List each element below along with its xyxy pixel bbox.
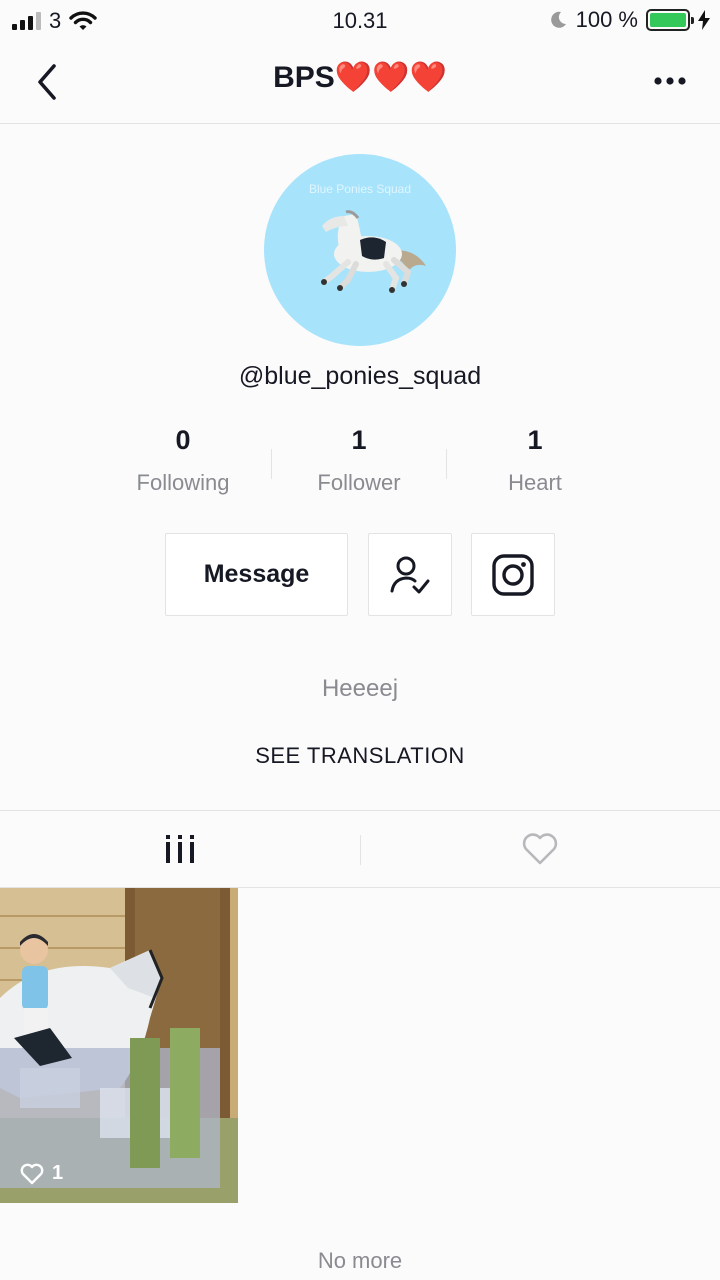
- avatar[interactable]: Blue Ponies Squad: [264, 154, 456, 346]
- instagram-button[interactable]: [471, 533, 555, 616]
- video-likes: 1: [20, 1162, 63, 1185]
- battery-percent: 100 %: [575, 7, 638, 32]
- stat-label: Follower: [317, 470, 401, 495]
- battery-fill: [650, 13, 686, 27]
- video-thumbnail-image: [0, 888, 238, 1203]
- moon-icon: [550, 11, 566, 28]
- stat-value: 1: [351, 425, 367, 455]
- heart-outline-icon: [522, 833, 558, 865]
- profile-stats: 0 Following 1 Follower 1 Heart: [95, 425, 625, 505]
- message-button[interactable]: Message: [165, 533, 348, 616]
- battery-icon: [646, 9, 694, 31]
- stat-value: 1: [527, 425, 543, 455]
- stat-following[interactable]: 0 Following: [95, 425, 271, 505]
- stat-divider: [271, 449, 272, 479]
- grid-icon: [166, 835, 194, 863]
- page-title: BPS❤️❤️❤️: [273, 61, 447, 94]
- nav-bar: BPS❤️❤️❤️: [0, 40, 720, 124]
- stat-value: 0: [175, 425, 191, 455]
- following-button[interactable]: [368, 533, 452, 616]
- username: @blue_ponies_squad: [238, 362, 482, 390]
- no-more-label: No more: [317, 1248, 403, 1273]
- heart-outline-icon: [20, 1163, 44, 1184]
- bio-text: Heeeej: [321, 675, 399, 702]
- video-like-count: 1: [52, 1162, 64, 1184]
- status-bar: 3 10.31 100 %: [0, 0, 720, 40]
- more-button[interactable]: [650, 66, 690, 96]
- tab-videos[interactable]: [0, 811, 360, 887]
- status-right: 100 %: [548, 7, 710, 33]
- stat-follower[interactable]: 1 Follower: [271, 425, 447, 505]
- video-thumbnail[interactable]: 1: [0, 888, 238, 1203]
- content-tabs: [0, 810, 720, 888]
- see-translation-link[interactable]: SEE TRANSLATION: [0, 743, 720, 769]
- tab-liked[interactable]: [360, 811, 720, 887]
- stat-heart[interactable]: 1 Heart: [447, 425, 623, 505]
- stat-label: Following: [136, 470, 230, 495]
- user-check-icon: [390, 556, 430, 593]
- instagram-icon: [492, 553, 534, 596]
- horse-image: [321, 210, 426, 293]
- stat-label: Heart: [508, 470, 562, 495]
- charging-icon: [698, 10, 710, 30]
